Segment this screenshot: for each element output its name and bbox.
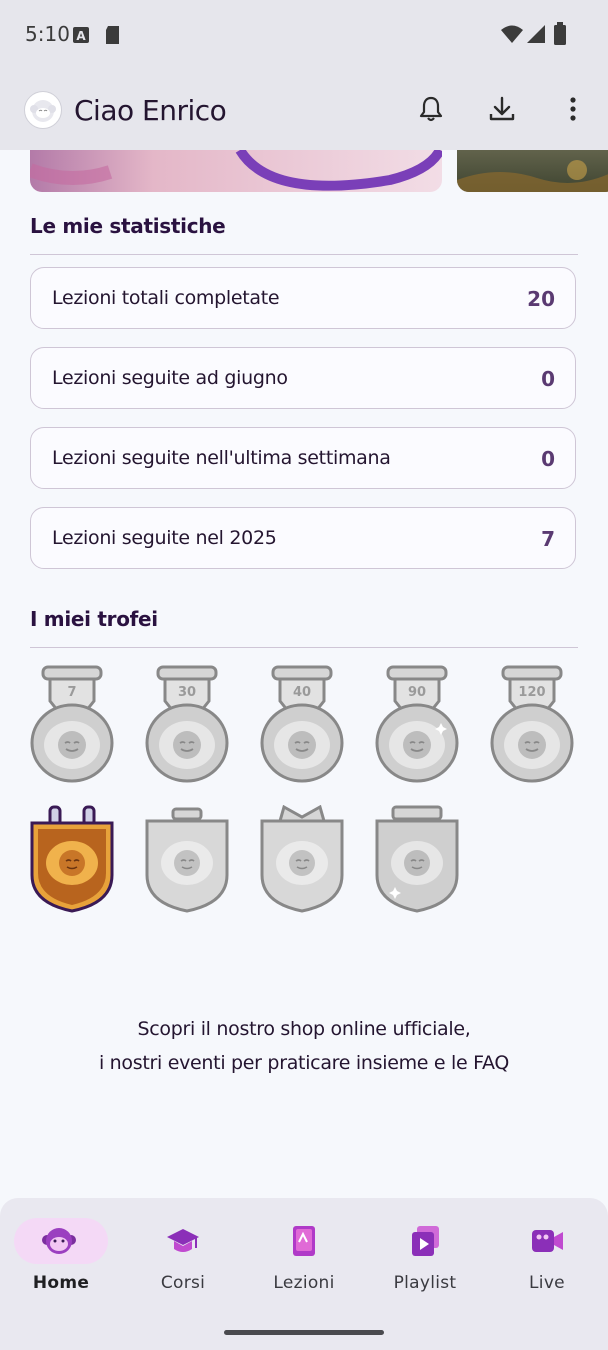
stat-label: Lezioni totali completate xyxy=(52,287,280,309)
video-camera-icon xyxy=(532,1230,563,1252)
nav-item-corsi[interactable]: Corsi xyxy=(128,1218,238,1298)
stat-card: Lezioni seguite nel 2025 7 xyxy=(30,507,576,569)
nav-item-home[interactable]: Home xyxy=(12,1218,122,1298)
stat-value: 7 xyxy=(541,527,555,551)
banner-artwork-icon xyxy=(30,150,442,191)
banner-carousel[interactable] xyxy=(0,150,608,192)
download-icon[interactable] xyxy=(487,94,517,124)
medal-number: 40 xyxy=(293,685,311,700)
nav-label: Playlist xyxy=(393,1273,457,1293)
badge-locked[interactable] xyxy=(373,805,463,927)
nav-label: Live xyxy=(529,1273,565,1293)
nav-label: Home xyxy=(32,1273,90,1293)
app-header: Ciao Enrico xyxy=(0,70,608,150)
badge-unlocked[interactable] xyxy=(28,805,118,927)
signal-icon xyxy=(527,25,545,43)
status-bar: 5:10 A xyxy=(0,0,608,70)
avatar[interactable] xyxy=(24,91,62,129)
stat-card: Lezioni seguite ad giugno 0 xyxy=(30,347,576,409)
gold-badge-icon xyxy=(30,805,114,913)
medal-icon: 7 xyxy=(30,665,114,783)
medal-number: 120 xyxy=(518,685,545,700)
divider xyxy=(30,254,578,255)
medal-icon: 120 xyxy=(490,665,574,783)
locked-badge-icon xyxy=(375,805,459,913)
stats-section-title: Le mie statistiche xyxy=(30,214,226,238)
book-icon xyxy=(293,1226,315,1256)
footer-line-2: i nostri eventi per praticare insieme e … xyxy=(98,1052,510,1074)
home-indicator xyxy=(224,1330,384,1335)
wifi-icon xyxy=(501,25,523,43)
stat-value: 20 xyxy=(527,287,555,311)
nav-label: Corsi xyxy=(160,1273,206,1293)
greeting: Ciao Enrico xyxy=(74,94,227,127)
streak-medal-90[interactable]: 90 xyxy=(373,665,463,787)
medal-number: 30 xyxy=(178,685,196,700)
status-time: 5:10 xyxy=(25,22,70,46)
stat-label: Lezioni seguite ad giugno xyxy=(52,367,288,389)
graduation-cap-icon xyxy=(167,1229,199,1252)
banner-card[interactable] xyxy=(457,150,608,192)
more-vert-icon[interactable] xyxy=(558,94,588,124)
stat-value: 0 xyxy=(541,367,555,391)
medal-number: 7 xyxy=(67,685,76,700)
nav-item-live[interactable]: Live xyxy=(492,1218,602,1298)
nav-item-lezioni[interactable]: Lezioni xyxy=(249,1218,359,1298)
nav-label: Lezioni xyxy=(273,1273,335,1293)
medal-icon: 90 xyxy=(375,665,459,783)
banner-artwork-icon xyxy=(457,160,608,192)
bell-icon[interactable] xyxy=(416,94,446,124)
nav-item-playlist[interactable]: Playlist xyxy=(370,1218,480,1298)
stat-card: Lezioni seguite nell'ultima settimana 0 xyxy=(30,427,576,489)
streak-medal-120[interactable]: 120 xyxy=(488,665,578,787)
monkey-avatar-icon xyxy=(30,100,56,122)
stat-value: 0 xyxy=(541,447,555,471)
svg-text:A: A xyxy=(76,29,86,43)
battery-icon xyxy=(554,22,566,45)
divider xyxy=(30,647,578,648)
medal-icon: 40 xyxy=(260,665,344,783)
streak-medal-30[interactable]: 30 xyxy=(143,665,233,787)
monkey-icon xyxy=(42,1228,76,1254)
stat-card: Lezioni totali completate 20 xyxy=(30,267,576,329)
footer-links-text[interactable]: Scopri il nostro shop online ufficiale, … xyxy=(0,1012,608,1080)
medal-number: 90 xyxy=(408,685,426,700)
locked-badge-icon xyxy=(145,807,229,913)
a-icon: A xyxy=(73,27,89,43)
footer-line-1: Scopri il nostro shop online ufficiale, xyxy=(137,1018,471,1040)
streak-medal-7[interactable]: 7 xyxy=(28,665,118,787)
playlist-icon xyxy=(412,1226,439,1256)
banner-card[interactable] xyxy=(30,150,442,192)
stat-label: Lezioni seguite nel 2025 xyxy=(52,527,277,549)
locked-badge-icon xyxy=(260,804,344,913)
badge-locked[interactable] xyxy=(143,805,233,927)
badge-locked[interactable] xyxy=(258,804,348,927)
sd-card-icon xyxy=(106,26,119,44)
trophies-section-title: I miei trofei xyxy=(30,607,158,631)
bottom-navigation: Home Corsi Lezioni Playlist Live xyxy=(0,1198,608,1350)
streak-medal-40[interactable]: 40 xyxy=(258,665,348,787)
medal-icon: 30 xyxy=(145,665,229,783)
stat-label: Lezioni seguite nell'ultima settimana xyxy=(52,447,391,469)
